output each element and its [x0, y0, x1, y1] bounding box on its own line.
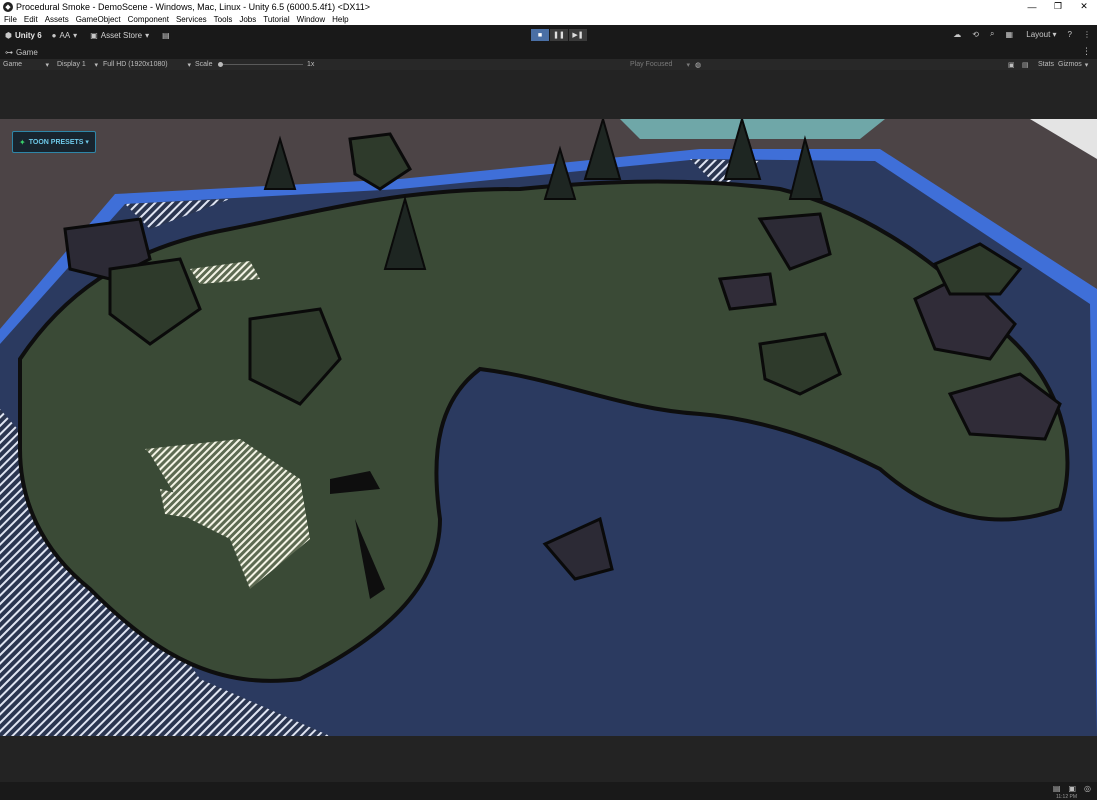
chevron-down-icon: ▾ [686, 61, 690, 69]
notification-icon[interactable]: ▣ [1068, 784, 1076, 793]
unity-logo-icon: ◆ [3, 1, 13, 12]
tab-menu-icon[interactable]: ⋮ [1082, 46, 1091, 57]
step-button[interactable]: ▶❚ [569, 29, 587, 41]
gamepad-icon: ⊶ [5, 47, 13, 57]
mute-audio-icon[interactable]: ◍ [695, 59, 701, 70]
console-icon[interactable]: ▤ [1053, 784, 1061, 793]
view-type-label: Game [3, 61, 23, 68]
display-label: Display 1 [57, 61, 86, 68]
toon-presets-label: TOON PRESETS ▾ [28, 139, 89, 146]
resolution-dropdown[interactable]: Full HD (1920x1080) ▾ [103, 59, 191, 70]
minimize-button[interactable]: — [1019, 0, 1045, 13]
pause-button[interactable]: ❚❚ [550, 29, 568, 41]
scale-slider-handle[interactable] [218, 62, 223, 67]
aspect-icon[interactable]: ▤ [1022, 59, 1029, 70]
account-label: AA [59, 30, 71, 40]
clock: 11:12 PM [1055, 794, 1077, 800]
view-type-dropdown[interactable]: Game ▾ [3, 59, 51, 70]
main-toolbar: ⬢ Unity 6 ● AA ▾ ▣ Asset Store ▾ ▤ ■ ❚❚ … [0, 25, 1097, 45]
gizmos-label: Gizmos [1058, 61, 1082, 68]
package-manager-button[interactable]: ▤ [162, 31, 173, 40]
maximize-button[interactable]: ❐ [1045, 0, 1071, 13]
window-controls: — ❐ ✕ [1019, 0, 1097, 13]
tab-game-label: Game [16, 47, 38, 57]
cloud-icon[interactable]: ☁ [953, 30, 961, 39]
play-mode-label: Play Focused [630, 61, 673, 68]
layout-label: Layout [1026, 29, 1051, 39]
progress-icon[interactable]: ◎ [1084, 784, 1091, 793]
chevron-down-icon: ▾ [94, 61, 98, 69]
play-stop-button[interactable]: ■ [531, 29, 549, 41]
menu-tools[interactable]: Tools [214, 15, 233, 24]
shopping-bag-icon: ▣ [90, 30, 98, 40]
menu-assets[interactable]: Assets [45, 15, 69, 24]
resolution-label: Full HD (1920x1080) [103, 61, 168, 68]
unity-version-label: Unity 6 [14, 30, 42, 40]
close-button[interactable]: ✕ [1071, 0, 1097, 13]
chevron-down-icon: ▾ [73, 30, 78, 40]
toon-presets-button[interactable]: ✦ TOON PRESETS ▾ [12, 131, 96, 153]
tab-row: ⊶ Game ⋮ [0, 45, 1097, 59]
rock [717, 272, 777, 311]
play-mode-dropdown[interactable]: Play Focused ▾ [630, 59, 690, 70]
leaf-icon: ✦ [19, 137, 26, 147]
menu-window[interactable]: Window [297, 15, 325, 24]
search-icon[interactable]: ⌕ [990, 29, 994, 39]
play-controls: ■ ❚❚ ▶❚ [531, 29, 588, 41]
frame-debugger-icon[interactable]: ▣ [1008, 59, 1015, 70]
chevron-down-icon: ▾ [187, 61, 191, 69]
scale-slider[interactable] [218, 62, 303, 67]
help-icon[interactable]: ? [1068, 30, 1072, 39]
menu-component[interactable]: Component [128, 15, 169, 24]
window-title: Procedural Smoke - DemoScene - Windows, … [16, 1, 370, 12]
user-icon: ● [51, 30, 57, 40]
menu-jobs[interactable]: Jobs [239, 15, 256, 24]
menu-file[interactable]: File [4, 15, 17, 24]
unity-account-button[interactable]: ⬢ Unity 6 [5, 31, 42, 40]
tab-game[interactable]: ⊶ Game [5, 48, 38, 57]
status-icons: ▤ ▣ ◎ [1045, 784, 1091, 793]
scene-illustration [0, 119, 1097, 736]
sky-block [620, 119, 885, 139]
asset-store-label: Asset Store [100, 30, 143, 40]
menu-edit[interactable]: Edit [24, 15, 38, 24]
menu-bar: File Edit Assets GameObject Component Se… [0, 13, 1097, 25]
asset-store-dropdown[interactable]: ▣ Asset Store ▾ [90, 31, 152, 40]
layout-dropdown[interactable]: ▦ Layout ▾ [1005, 30, 1056, 39]
gizmos-dropdown[interactable]: Gizmos ▾ [1058, 59, 1088, 70]
account-dropdown[interactable]: ● AA ▾ [52, 31, 81, 40]
status-bar: ▤ ▣ ◎ 11:12 PM [0, 782, 1097, 800]
menu-gameobject[interactable]: GameObject [76, 15, 121, 24]
scale-value: 1x [307, 61, 315, 68]
toolbar-right: ☁ ⟲ ⌕ ▦ Layout ▾ ? ⋮ [942, 29, 1091, 39]
chevron-down-icon: ▾ [1084, 61, 1089, 69]
stats-toggle[interactable]: Stats [1038, 59, 1054, 70]
game-view-toolbar: Game ▾ Display 1 ▾ Full HD (1920x1080) ▾… [0, 59, 1097, 70]
chevron-down-icon: ▾ [145, 30, 150, 40]
package-icon: ▤ [162, 30, 170, 40]
chevron-down-icon: ▾ [45, 61, 49, 69]
history-icon[interactable]: ⟲ [972, 30, 979, 39]
scale-label: Scale [195, 61, 213, 68]
menu-services[interactable]: Services [176, 15, 207, 24]
display-dropdown[interactable]: Display 1 ▾ [57, 59, 98, 70]
more-icon[interactable]: ⋮ [1083, 30, 1091, 39]
menu-tutorial[interactable]: Tutorial [263, 15, 289, 24]
game-scene-render[interactable] [0, 119, 1097, 736]
unity-cube-icon: ⬢ [5, 30, 12, 40]
window-titlebar: ◆ Procedural Smoke - DemoScene - Windows… [0, 0, 1097, 13]
menu-help[interactable]: Help [332, 15, 348, 24]
